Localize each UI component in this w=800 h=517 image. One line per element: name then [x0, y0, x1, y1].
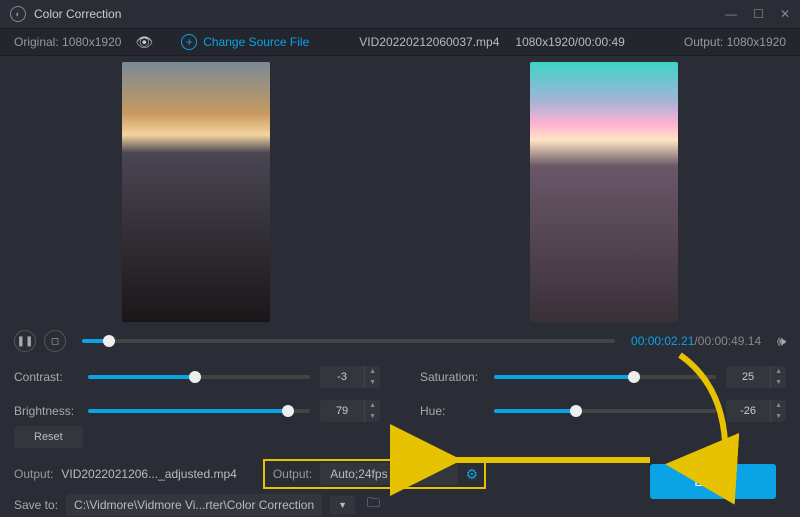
- brightness-stepper[interactable]: ▲▼: [320, 400, 380, 422]
- contrast-row: Contrast: ▲▼: [14, 366, 380, 388]
- save-path-dropdown[interactable]: ▼: [330, 496, 355, 514]
- output-label: Output:: [684, 35, 723, 49]
- saturation-label: Saturation:: [420, 370, 484, 384]
- pause-button[interactable]: ❚❚: [14, 330, 36, 352]
- output-format-box: Output: Auto;24fps ⚙: [263, 459, 486, 489]
- output-file-label: Output:: [14, 467, 53, 481]
- down-icon[interactable]: ▼: [771, 377, 786, 388]
- down-icon[interactable]: ▼: [365, 411, 380, 422]
- time-display: 00:00:02.21/00:00:49.14: [631, 334, 761, 348]
- window-title: Color Correction: [34, 7, 725, 21]
- play-bar: ❚❚ ◻ 00:00:02.21/00:00:49.14 🕪: [0, 324, 800, 358]
- hue-row: Hue: ▲▼: [420, 400, 786, 422]
- stop-button[interactable]: ◻: [44, 330, 66, 352]
- preview-area: [0, 56, 800, 324]
- up-icon[interactable]: ▲: [365, 366, 380, 377]
- saturation-stepper[interactable]: ▲▼: [726, 366, 786, 388]
- save-path-field[interactable]: C:\Vidmore\Vidmore Vi...rter\Color Corre…: [66, 494, 322, 516]
- save-label: Save to:: [14, 498, 58, 512]
- source-bar: Original: 1080x1920 👁 + Change Source Fi…: [0, 28, 800, 56]
- plus-icon: +: [181, 34, 197, 50]
- titlebar: ◐ Color Correction — ☐ ✕: [0, 0, 800, 28]
- adjustments-panel: Contrast: ▲▼ Saturation: ▲▼ Brightness: …: [0, 358, 800, 426]
- preview-toggle-icon[interactable]: 👁: [135, 34, 153, 51]
- reset-button[interactable]: Reset: [14, 426, 83, 448]
- saturation-row: Saturation: ▲▼: [420, 366, 786, 388]
- down-icon[interactable]: ▼: [771, 411, 786, 422]
- close-button[interactable]: ✕: [780, 7, 790, 21]
- saturation-slider[interactable]: [494, 375, 716, 379]
- volume-icon[interactable]: 🕪: [777, 333, 786, 350]
- brightness-label: Brightness:: [14, 404, 78, 418]
- seek-slider[interactable]: [82, 339, 615, 343]
- hue-input[interactable]: [726, 405, 770, 417]
- saturation-input[interactable]: [726, 371, 770, 383]
- hue-label: Hue:: [420, 404, 484, 418]
- up-icon[interactable]: ▲: [771, 366, 786, 377]
- hue-slider[interactable]: [494, 409, 716, 413]
- up-icon[interactable]: ▲: [771, 400, 786, 411]
- hue-stepper[interactable]: ▲▼: [726, 400, 786, 422]
- contrast-input[interactable]: [320, 371, 364, 383]
- contrast-label: Contrast:: [14, 370, 78, 384]
- brightness-row: Brightness: ▲▼: [14, 400, 380, 422]
- preview-adjusted: [530, 62, 678, 322]
- output-format-field[interactable]: Auto;24fps: [320, 463, 457, 485]
- preview-original: [122, 62, 270, 322]
- source-filename: VID20220212060037.mp4: [359, 35, 499, 49]
- down-icon[interactable]: ▼: [365, 377, 380, 388]
- brightness-input[interactable]: [320, 405, 364, 417]
- output-dims: 1080x1920: [727, 35, 786, 49]
- contrast-stepper[interactable]: ▲▼: [320, 366, 380, 388]
- contrast-slider[interactable]: [88, 375, 310, 379]
- brightness-slider[interactable]: [88, 409, 310, 413]
- output-format-label: Output:: [273, 467, 312, 481]
- output-file-value: VID2022021206..._adjusted.mp4: [61, 467, 236, 481]
- gear-icon[interactable]: ⚙: [466, 466, 479, 483]
- change-source-button[interactable]: + Change Source File: [181, 34, 309, 50]
- up-icon[interactable]: ▲: [365, 400, 380, 411]
- source-dims-time: 1080x1920/00:00:49: [515, 35, 624, 49]
- original-label: Original:: [14, 35, 59, 49]
- export-button[interactable]: Export: [650, 464, 776, 499]
- open-folder-icon[interactable]: 🗀: [367, 494, 380, 516]
- original-dims: 1080x1920: [62, 35, 121, 49]
- maximize-button[interactable]: ☐: [753, 7, 764, 21]
- minimize-button[interactable]: —: [725, 7, 737, 21]
- app-logo-icon: ◐: [10, 6, 26, 22]
- change-source-label: Change Source File: [203, 35, 309, 49]
